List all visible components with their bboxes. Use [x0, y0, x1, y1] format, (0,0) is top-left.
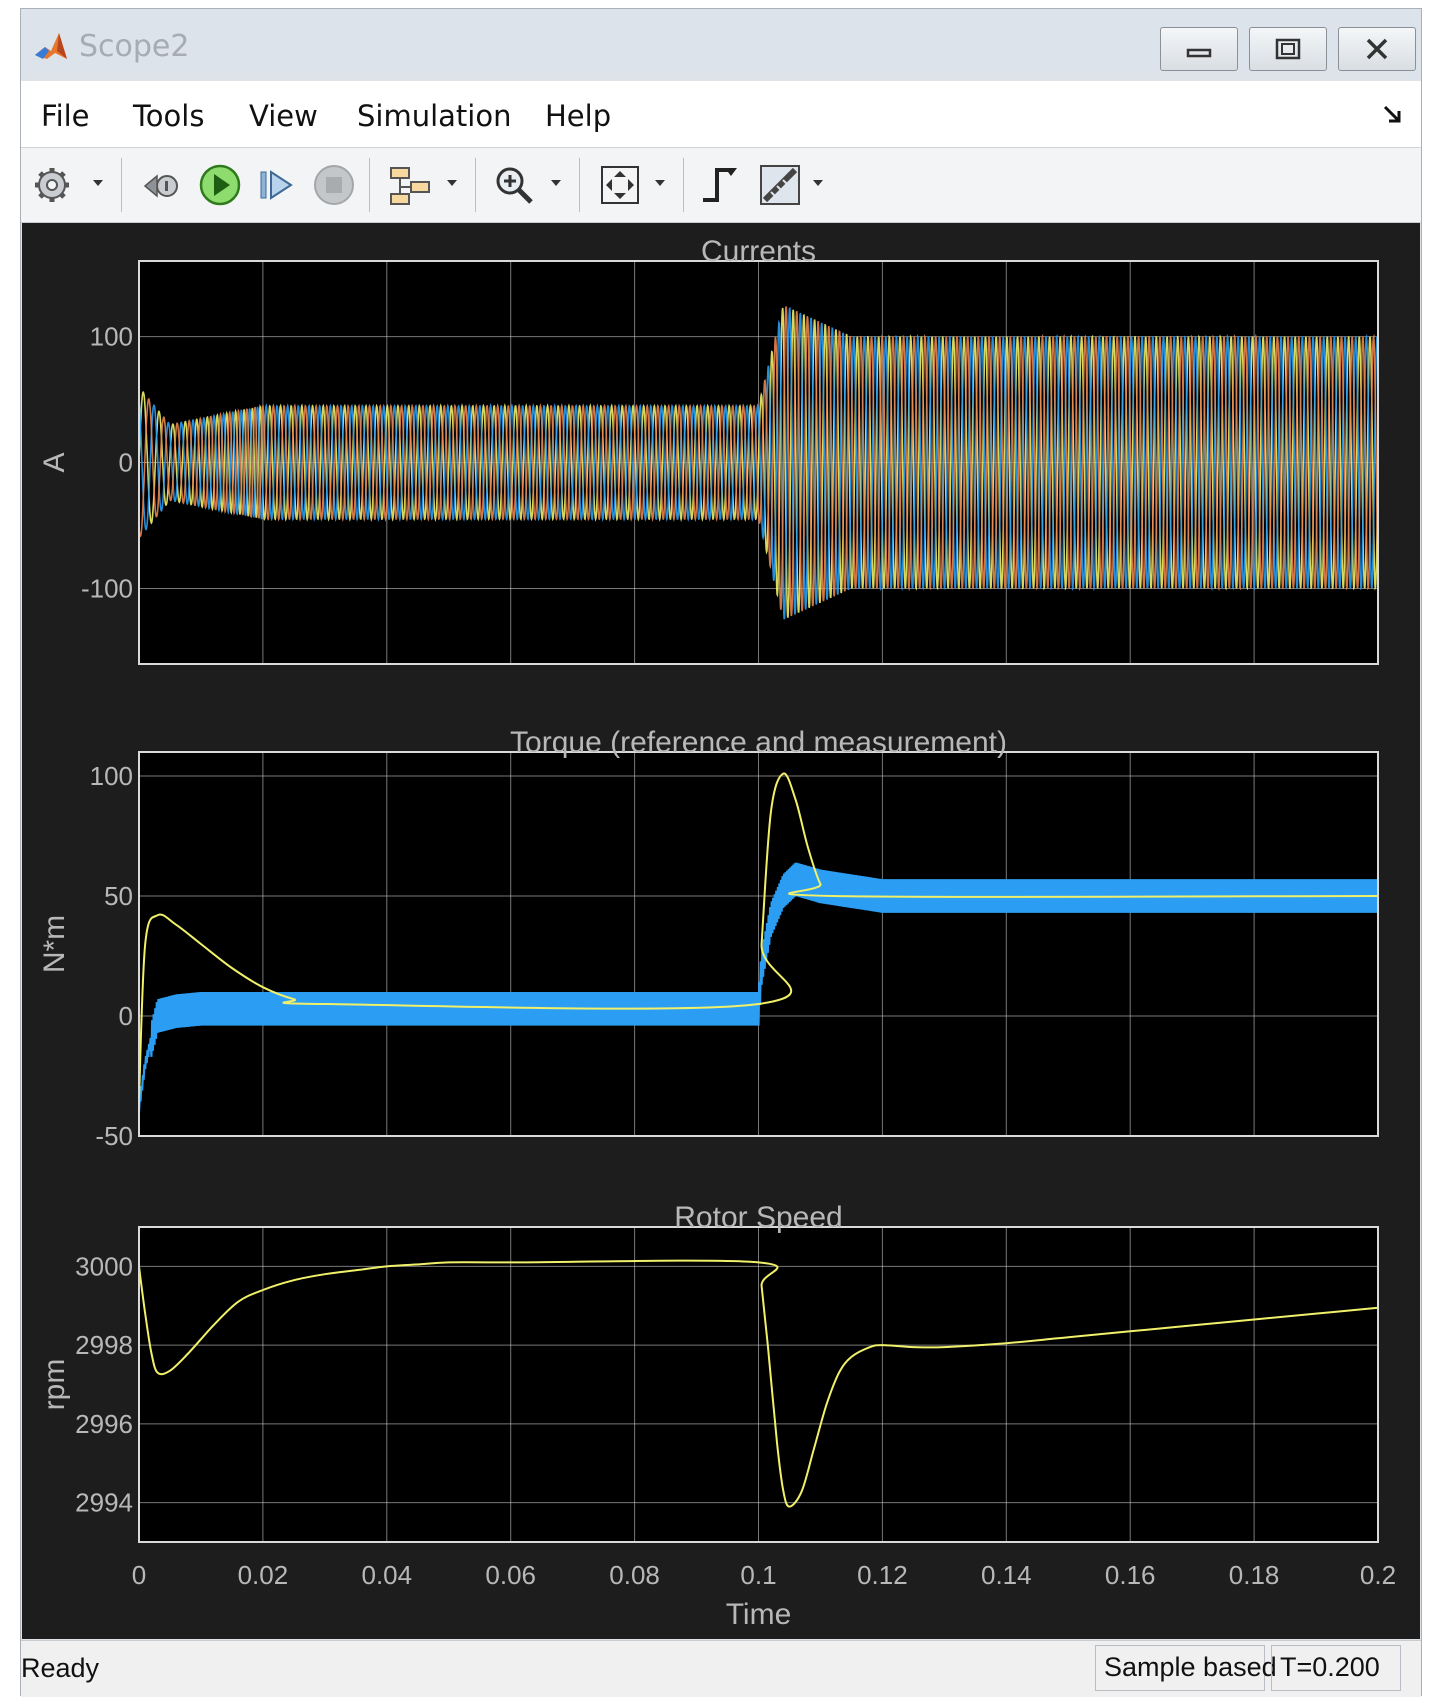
chart-title: Currents [701, 235, 816, 268]
sample-mode-indicator: Sample based [1095, 1645, 1277, 1691]
title-bar[interactable]: Scope2 [21, 9, 1421, 79]
stop-icon[interactable] [311, 162, 357, 208]
menu-tools[interactable]: Tools [133, 99, 204, 133]
x-tick-label: 0.08 [609, 1560, 660, 1590]
y-tick-label: 100 [90, 322, 133, 352]
toolbar-separator [683, 158, 684, 212]
minimize-button[interactable] [1160, 27, 1238, 71]
y-tick-label: 3000 [75, 1251, 133, 1281]
x-axis-label: Time [726, 1598, 792, 1631]
matlab-logo-icon [35, 33, 67, 59]
x-tick-label: 0.16 [1105, 1560, 1156, 1590]
scope-charts: -100 0 100 Currents A -50 0 50 100 Torque (refere… [38, 235, 1396, 1631]
scope-axes-1 [138, 260, 1379, 665]
step-forward-icon[interactable] [255, 162, 301, 208]
x-tick-label: 0.12 [857, 1560, 908, 1590]
menu-view[interactable]: View [249, 99, 318, 133]
maximize-icon [1275, 38, 1301, 60]
scope-window: Scope2 File Tools View Simulation Help -… [20, 8, 1422, 1697]
menu-file[interactable]: File [41, 99, 90, 133]
step-back-icon[interactable] [141, 162, 187, 208]
zoom-in-icon[interactable] [491, 162, 537, 208]
close-icon [1366, 38, 1388, 60]
chevron-down-icon[interactable] [549, 176, 563, 190]
x-tick-label: 0 [132, 1560, 146, 1590]
y-axis-label: N*m [38, 915, 71, 973]
chart-title: Torque (reference and measurement) [510, 726, 1007, 759]
x-tick-label: 0.1 [740, 1560, 776, 1590]
chevron-down-icon[interactable] [91, 176, 105, 190]
undock-arrow-icon[interactable] [1381, 101, 1407, 127]
window-title: Scope2 [79, 29, 190, 64]
status-text: Ready [21, 1653, 100, 1683]
fit-to-view-icon[interactable] [597, 162, 643, 208]
x-tick-label: 0.04 [361, 1560, 412, 1590]
toolbar-separator [369, 158, 370, 212]
triggers-icon[interactable] [697, 162, 743, 208]
scope-plot-area[interactable]: -100 0 100 Currents A -50 0 50 100 Torque (refere… [22, 223, 1420, 1639]
y-tick-label: -100 [81, 573, 133, 603]
y-tick-label: 2998 [75, 1330, 133, 1360]
chevron-down-icon[interactable] [811, 176, 825, 190]
y-tick-label: 2994 [75, 1488, 133, 1518]
toolbar-separator [579, 158, 580, 212]
scope-axes-2 [137, 751, 1380, 1137]
signal-selection-icon[interactable] [387, 162, 433, 208]
menu-help[interactable]: Help [545, 99, 611, 133]
y-tick-label: 0 [119, 448, 133, 478]
toolbar-separator [121, 158, 122, 212]
y-tick-label: 0 [119, 1001, 133, 1031]
x-tick-label: 0.02 [238, 1560, 289, 1590]
sim-time-indicator: T=0.200 [1271, 1645, 1401, 1691]
toolbar-separator [475, 158, 476, 212]
x-tick-label: 0.14 [981, 1560, 1032, 1590]
close-button[interactable] [1338, 27, 1416, 71]
toolbar [21, 148, 1421, 223]
y-tick-label: 100 [90, 761, 133, 791]
chart-title: Rotor Speed [674, 1201, 842, 1234]
y-tick-label: -50 [95, 1121, 133, 1151]
x-tick-label: 0.06 [485, 1560, 536, 1590]
scope-axes-3 [138, 1226, 1379, 1543]
minimize-icon [1186, 48, 1212, 58]
y-axis-label: A [38, 452, 71, 472]
chevron-down-icon[interactable] [445, 176, 459, 190]
y-axis-label: rpm [38, 1359, 71, 1411]
x-tick-label: 0.18 [1229, 1560, 1280, 1590]
status-bar: Ready Sample based T=0.200 [21, 1640, 1421, 1697]
measurements-icon[interactable] [757, 162, 803, 208]
maximize-button[interactable] [1249, 27, 1327, 71]
y-tick-label: 2996 [75, 1409, 133, 1439]
chevron-down-icon[interactable] [653, 176, 667, 190]
menu-simulation[interactable]: Simulation [357, 99, 511, 133]
gear-icon[interactable] [29, 162, 75, 208]
x-tick-label: 0.2 [1360, 1560, 1396, 1590]
run-icon[interactable] [197, 162, 243, 208]
y-tick-label: 50 [104, 881, 133, 911]
menu-bar: File Tools View Simulation Help [21, 81, 1421, 148]
